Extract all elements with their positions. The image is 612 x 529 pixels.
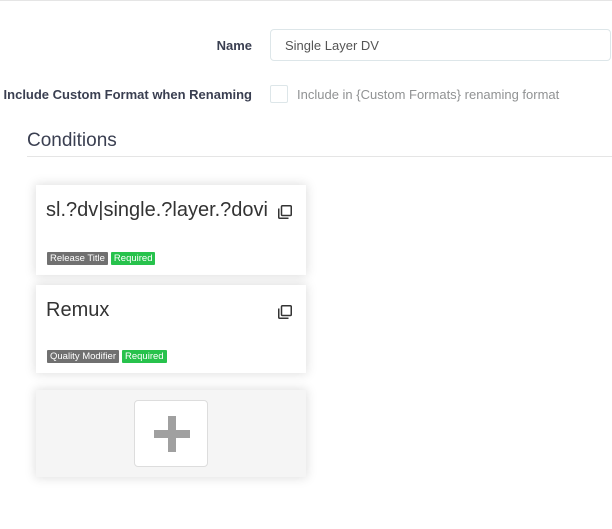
- required-tag: Required: [110, 252, 156, 265]
- include-custom-format-label: Include Custom Format when Renaming: [3, 87, 252, 102]
- clone-icon[interactable]: [278, 205, 292, 219]
- condition-type-tag: Quality Modifier: [47, 350, 119, 363]
- condition-card[interactable]: sl.?dv|single.?layer.?dovi Release Title…: [36, 185, 306, 275]
- condition-card[interactable]: Remux Quality Modifier Required: [36, 285, 306, 373]
- required-tag: Required: [122, 350, 167, 363]
- name-input[interactable]: [270, 29, 611, 61]
- condition-title: Remux: [46, 299, 110, 321]
- include-custom-format-checkbox[interactable]: [270, 85, 288, 103]
- plus-icon: [154, 416, 190, 452]
- name-label: Name: [216, 38, 252, 53]
- include-custom-format-help: Include in {Custom Formats} renaming for…: [297, 87, 560, 102]
- condition-tags: Release Title Required: [47, 252, 156, 265]
- add-condition-inner[interactable]: [134, 400, 208, 467]
- condition-type-tag: Release Title: [47, 252, 108, 265]
- custom-format-editor: Name Include Custom Format when Renaming…: [0, 0, 612, 529]
- add-condition-button[interactable]: [36, 390, 306, 477]
- condition-title: sl.?dv|single.?layer.?dovi: [46, 199, 268, 221]
- conditions-heading: Conditions: [27, 130, 117, 151]
- clone-icon[interactable]: [278, 305, 292, 319]
- condition-tags: Quality Modifier Required: [47, 350, 167, 363]
- conditions-divider: [27, 156, 612, 157]
